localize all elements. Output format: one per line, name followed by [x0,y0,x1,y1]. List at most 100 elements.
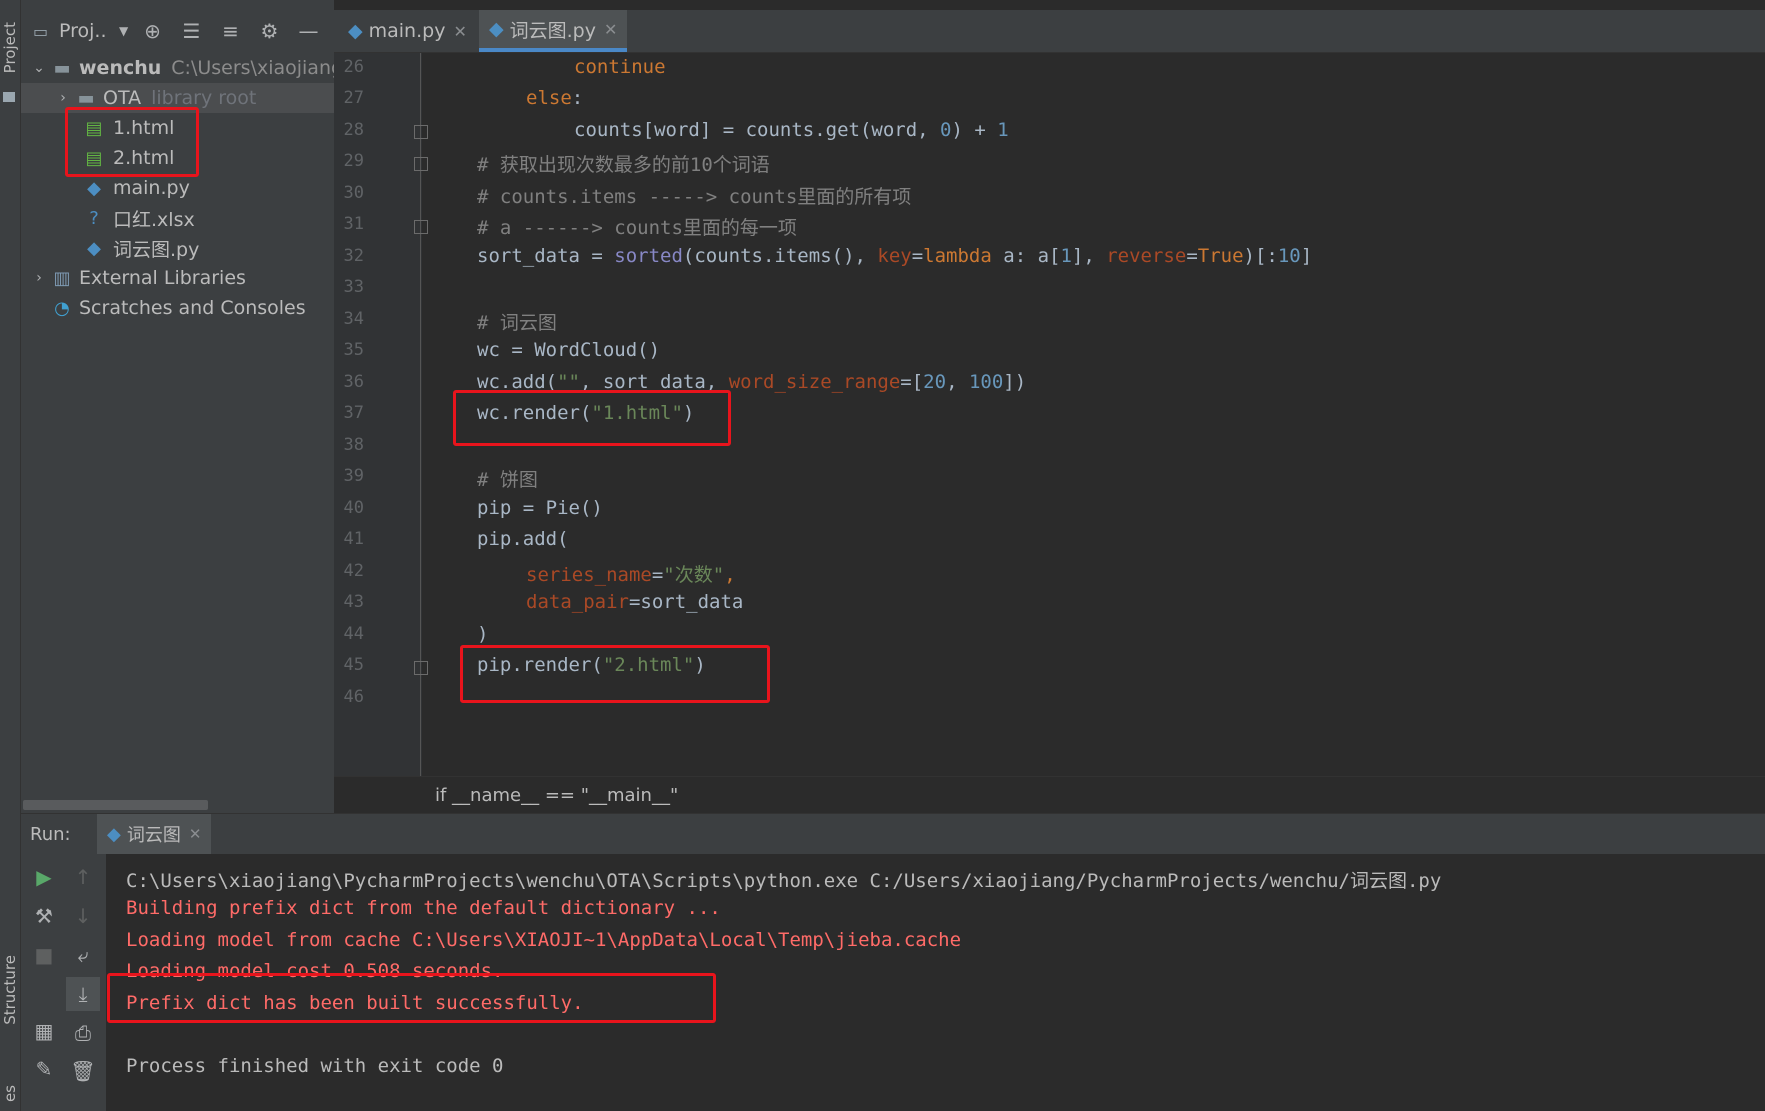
code-line-42: series_name="次数", [526,560,736,587]
pin-icon[interactable]: ✎ [27,1052,61,1086]
close-icon[interactable]: ✕ [604,20,617,39]
tree-item-xlsx[interactable]: ? 口红.xlsx [81,203,195,233]
breadcrumb: if __name__ == "__main__" [334,776,1765,813]
line-number: 34 [343,309,364,329]
horizontal-scrollbar[interactable] [23,800,208,810]
code-text: ] [1300,245,1313,267]
code-text: : [571,87,584,109]
root-name: wenchu [79,57,162,79]
line-number: 45 [343,655,364,675]
tab-main-py[interactable]: ◆ main.py ✕ [338,10,477,52]
code-text: ]) [1003,371,1027,393]
left-tool-strip: Project Structure es [0,0,21,1111]
tree-item-main-py[interactable]: ◆ main.py [81,173,190,203]
tree-item-label: 词云图.py [113,238,200,261]
string-literal: "次数" [663,564,725,586]
tab-label: 词云图.py [509,19,596,42]
print-icon[interactable]: ⎙ [66,1016,100,1050]
folder-icon [3,92,15,102]
code-text: = [1186,245,1198,267]
scratches-icon: ◔ [54,297,70,319]
code-line-28: counts[word] = counts.get(word, 0) + 1 [574,119,1009,141]
fold-marker[interactable] [414,661,428,675]
hide-icon[interactable]: — [289,19,328,43]
tree-item-scratches[interactable]: ◔ Scratches and Consoles [49,293,306,323]
layout-icon[interactable]: ▦ [27,1014,61,1048]
python-file-icon: ◆ [489,18,504,40]
chevron-right-icon[interactable]: › [53,90,73,106]
python-file-icon: ◆ [87,237,101,259]
number-literal: 10 [1277,245,1301,267]
run-label: Run: [30,824,71,845]
fold-marker[interactable] [414,125,428,139]
structure-tool-tab[interactable]: Structure [1,955,19,1025]
folder-icon: ▬ [77,87,95,109]
code-line-35: wc = WordCloud() [477,339,661,361]
chevron-right-icon[interactable]: › [29,270,49,286]
code-text: =sort_data [628,591,744,613]
project-view-selector[interactable]: Proj.. [59,20,119,42]
favorites-tool-tab[interactable]: es [1,1085,19,1102]
line-number: 29 [343,151,364,171]
code-line-30: # counts.items -----> counts里面的所有项 [477,186,912,208]
parameter: data_pair [526,591,629,613]
builtin-function: sorted [614,245,683,267]
code-text: )[: [1243,245,1278,267]
code-text: = [651,564,664,586]
breadcrumb-item[interactable]: if __name__ == "__main__" [435,785,678,806]
expand-all-icon[interactable]: ☰ [172,19,211,43]
chevron-down-icon[interactable]: ▼ [119,24,133,38]
line-number: 32 [343,246,364,266]
parameter: series_name [526,564,652,586]
code-line-43: data_pair=sort_data [526,591,743,613]
collapse-all-icon[interactable]: ≡ [211,19,250,43]
run-tab-wordcloud[interactable]: ◆ 词云图 ✕ [97,814,212,854]
python-file-icon: ◆ [87,177,101,199]
fold-marker[interactable] [414,157,428,171]
stop-icon[interactable]: ■ [27,938,61,972]
code-line-40: pip = Pie() [477,497,603,519]
trash-icon[interactable]: 🗑 [66,1054,100,1088]
project-tool-tab[interactable]: Project [1,22,19,73]
locate-icon[interactable]: ⊕ [133,19,172,43]
close-icon[interactable]: ✕ [453,22,466,41]
code-text: counts[word] = counts.get(word, [574,119,941,141]
line-number: 26 [343,57,364,77]
tree-root-wenchu[interactable]: ⌄ ▬ wenchu C:\Users\xiaojiang\F [29,53,360,83]
run-tab-label: 词云图 [126,825,181,846]
library-root-note: library root [151,87,257,109]
tree-item-external-libraries[interactable]: › ▥ External Libraries [29,263,246,293]
soft-wrap-icon[interactable]: ⤶ [66,938,100,972]
tab-wordcloud-py[interactable]: ◆ 词云图.py ✕ [479,10,628,52]
console-line: C:\Users\xiaojiang\PycharmProjects\wench… [126,870,1442,892]
scroll-to-end-icon[interactable]: ⤓ [66,977,100,1011]
console-line: Building prefix dict from the default di… [126,897,721,919]
code-line-39: # 饼图 [477,469,538,491]
arrow-down-icon[interactable]: ↓ [66,899,100,933]
code-line-32: sort_data = sorted(counts.items(), key=l… [477,245,1312,267]
arrow-up-icon[interactable]: ↑ [66,860,100,894]
number-literal: 0 [940,119,952,141]
line-number: 41 [343,529,364,549]
close-icon[interactable]: ✕ [189,825,202,843]
python-file-icon: ◆ [107,823,121,845]
wrench-icon[interactable]: ⚒ [27,899,61,933]
run-toolbar: ▶ ↑ ⚒ ↓ ■ ⤶ ⤓ ▦ ⎙ ✎ 🗑 [21,854,106,1111]
code-text: a: a[ [991,245,1061,267]
code-text: =[ [900,371,924,393]
chevron-down-icon[interactable]: ⌄ [29,60,49,76]
keyword: True [1197,245,1244,267]
rerun-icon[interactable]: ▶ [27,860,61,894]
code-text: ) + [951,119,998,141]
line-number: 39 [343,466,364,486]
code-text: , [946,371,969,393]
line-number: 43 [343,592,364,612]
tree-item-wordcloud-py[interactable]: ◆ 词云图.py [81,233,199,263]
gear-icon[interactable]: ⚙ [250,19,289,43]
line-number: 36 [343,372,364,392]
keyword: else [526,87,572,109]
fold-marker[interactable] [414,220,428,234]
project-toolbar: ▭ Proj.. ▼ ⊕ ☰ ≡ ⚙ — [21,10,334,52]
highlight-box-pip-render [460,645,770,703]
line-number: 42 [343,561,364,581]
